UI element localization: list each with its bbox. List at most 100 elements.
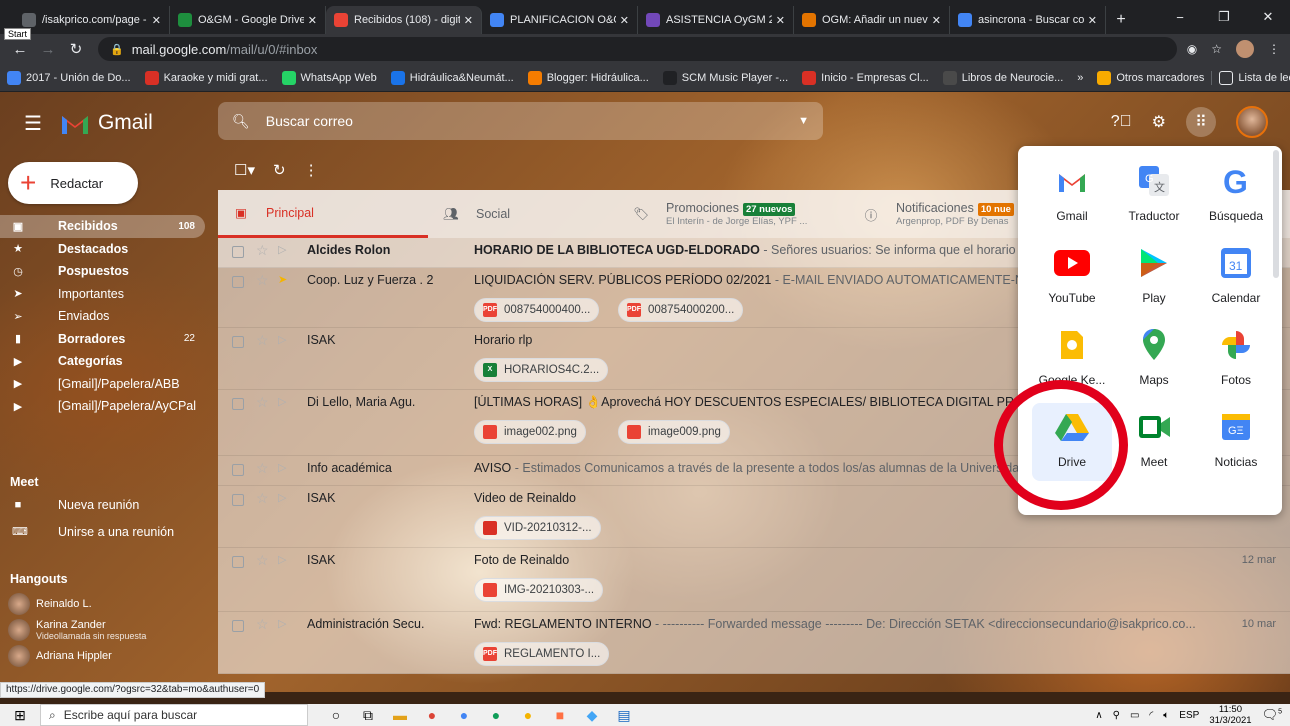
important-icon[interactable]: ▷: [278, 243, 286, 256]
attachment-chip[interactable]: X HORARIOS4C.2...: [474, 358, 609, 382]
chrome-icon-4[interactable]: ●: [512, 707, 544, 723]
hangout-contact-1[interactable]: Karina Zander Videollamada sin respuesta: [0, 617, 205, 643]
app-maps[interactable]: Maps: [1114, 321, 1194, 399]
row-checkbox[interactable]: [232, 336, 244, 348]
bookmark-7[interactable]: Libros de Neurocie...: [936, 70, 1071, 85]
browser-tab-4[interactable]: ASISTENCIA OyGM 22- ✕: [638, 6, 794, 34]
chrome-icon-1[interactable]: ●: [416, 707, 448, 723]
app-noticias[interactable]: GΞ Noticias: [1196, 403, 1276, 481]
browser-tab-5[interactable]: OGM: Añadir un nuevo ✕: [794, 6, 950, 34]
star-icon[interactable]: ☆: [256, 332, 269, 349]
reading-list[interactable]: Lista de lectura: [1211, 70, 1290, 85]
notifications-icon[interactable]: 🗨︎5: [1262, 707, 1282, 723]
tab-2[interactable]: 🏷︎ Promociones 27 nuevos El Interín - de Jo…: [618, 190, 848, 238]
close-tab-icon[interactable]: ✕: [152, 14, 161, 27]
app-gmail[interactable]: Gmail: [1032, 157, 1112, 235]
new-meeting-item[interactable]: ■ Nueva reunión: [0, 494, 205, 517]
tray-wifi-icon[interactable]: ◜: [1149, 710, 1153, 721]
tab-0[interactable]: ▣ Principal: [218, 190, 428, 238]
tray-battery-icon[interactable]: ▭: [1130, 710, 1139, 721]
important-icon[interactable]: ➤: [278, 273, 287, 286]
attachment-chip[interactable]: PDF REGLAMENTO I...: [474, 642, 610, 666]
app-traductor[interactable]: G 文 Traductor: [1114, 157, 1194, 235]
star-icon[interactable]: ☆: [256, 394, 269, 411]
attachment-chip[interactable]: image002.png: [474, 420, 586, 444]
sidebar-item-0[interactable]: ▣ Recibidos 108: [0, 215, 205, 238]
select-all-checkbox[interactable]: ☐▾: [234, 161, 255, 179]
forward-icon[interactable]: →: [34, 41, 62, 58]
table-row[interactable]: ☆ ▷ ISAK Foto de Reinaldo 12 mar IMG-20210303…: [218, 548, 1290, 612]
tray-volume-icon[interactable]: 🔈︎: [1163, 710, 1169, 721]
row-checkbox[interactable]: [232, 464, 244, 476]
row-checkbox[interactable]: [232, 620, 244, 632]
minimize-icon[interactable]: −: [1158, 10, 1202, 25]
hangout-contact-0[interactable]: Reinaldo L.: [0, 591, 205, 617]
close-tab-icon[interactable]: ✕: [1088, 14, 1097, 27]
star-icon[interactable]: ☆: [256, 242, 269, 259]
bookmark-5[interactable]: SCM Music Player -...: [656, 70, 795, 85]
close-tab-icon[interactable]: ✕: [620, 14, 629, 27]
sidebar-item-8[interactable]: ▶ [Gmail]/Papelera/AyCPal: [0, 395, 205, 418]
table-row[interactable]: ☆ ▷ Administración Secu. Fwd: REGLAMENTO IN…: [218, 612, 1290, 674]
row-checkbox[interactable]: [232, 246, 244, 258]
tray-network-icon[interactable]: ⚲: [1113, 710, 1120, 721]
new-tab-button[interactable]: +: [1106, 6, 1136, 34]
restore-icon[interactable]: ❐: [1202, 9, 1246, 25]
refresh-icon[interactable]: ↻: [273, 161, 286, 179]
compose-button[interactable]: + Redactar: [8, 162, 138, 204]
important-icon[interactable]: ▷: [278, 617, 286, 630]
row-checkbox[interactable]: [232, 398, 244, 410]
reload-icon[interactable]: ↻: [62, 40, 90, 58]
browser-tab-2[interactable]: Recibidos (108) - digitr ✕: [326, 6, 482, 34]
sidebar-item-2[interactable]: ◷ Pospuestos: [0, 260, 205, 283]
app-youtube[interactable]: YouTube: [1032, 239, 1112, 317]
important-icon[interactable]: ▷: [278, 461, 286, 474]
app-fotos[interactable]: Fotos: [1196, 321, 1276, 399]
app-bsqueda[interactable]: G Búsqueda: [1196, 157, 1276, 235]
browser-tab-0[interactable]: /isakprico.com/page - ✕: [14, 6, 170, 34]
other-bookmarks[interactable]: Otros marcadores: [1090, 70, 1211, 85]
important-icon[interactable]: ▷: [278, 491, 286, 504]
more-icon[interactable]: ⋮: [304, 161, 319, 179]
sidebar-item-5[interactable]: ▮ Borradores 22: [0, 328, 205, 351]
windows-start-icon[interactable]: ⊞: [0, 707, 40, 724]
row-checkbox[interactable]: [232, 556, 244, 568]
main-menu-icon[interactable]: ☰: [24, 111, 42, 136]
bookmark-0[interactable]: 2017 - Unión de Do...: [0, 70, 138, 85]
attachment-chip[interactable]: VID-20210312-...: [474, 516, 601, 540]
gmail-logo[interactable]: Gmail: [60, 111, 153, 135]
sidebar-item-3[interactable]: ➤ Importantes: [0, 283, 205, 306]
bookmark-2[interactable]: WhatsApp Web: [275, 70, 384, 85]
browser-tab-1[interactable]: O&GM - Google Drive ✕: [170, 6, 326, 34]
sidebar-item-1[interactable]: ★ Destacados: [0, 238, 205, 261]
file-explorer-icon[interactable]: ▬: [384, 707, 416, 723]
attachment-chip[interactable]: IMG-20210303-...: [474, 578, 604, 602]
bookmark-star-icon[interactable]: ☆: [1211, 42, 1222, 56]
app-icon-paint[interactable]: ◆: [576, 707, 608, 724]
chrome-icon-3[interactable]: ●: [480, 707, 512, 723]
attachment-chip[interactable]: PDF 008754000400...: [474, 298, 600, 322]
account-avatar[interactable]: [1236, 106, 1268, 138]
app-icon-orange[interactable]: ■: [544, 707, 576, 723]
star-icon[interactable]: ☆: [256, 616, 269, 633]
app-icon-doc[interactable]: ▤: [608, 707, 640, 724]
search-icon[interactable]: 🔍︎: [232, 113, 250, 130]
important-icon[interactable]: ▷: [278, 333, 286, 346]
important-icon[interactable]: ▷: [278, 395, 286, 408]
close-tab-icon[interactable]: ✕: [776, 14, 785, 27]
bookmark-1[interactable]: Karaoke y midi grat...: [138, 70, 275, 85]
extension-icon[interactable]: ◉: [1187, 42, 1197, 56]
attachment-chip[interactable]: PDF 008754000200...: [618, 298, 744, 322]
app-play[interactable]: Play: [1114, 239, 1194, 317]
app-calendar[interactable]: 31 Calendar: [1196, 239, 1276, 317]
sidebar-item-6[interactable]: ▶ Categorías: [0, 350, 205, 373]
taskbar-search-input[interactable]: ⌕ Escribe aquí para buscar: [40, 704, 308, 726]
star-icon[interactable]: ☆: [256, 460, 269, 477]
settings-gear-icon[interactable]: ⚙: [1152, 112, 1166, 132]
row-checkbox[interactable]: [232, 494, 244, 506]
tray-clock[interactable]: 11:50 31/3/2021: [1209, 704, 1251, 726]
browser-tab-6[interactable]: asincrona - Buscar con ✕: [950, 6, 1106, 34]
bookmark-3[interactable]: Hidráulica&Neumát...: [384, 70, 521, 85]
tray-arrow-icon[interactable]: ∧: [1095, 710, 1102, 721]
close-tab-icon[interactable]: ✕: [308, 14, 317, 27]
